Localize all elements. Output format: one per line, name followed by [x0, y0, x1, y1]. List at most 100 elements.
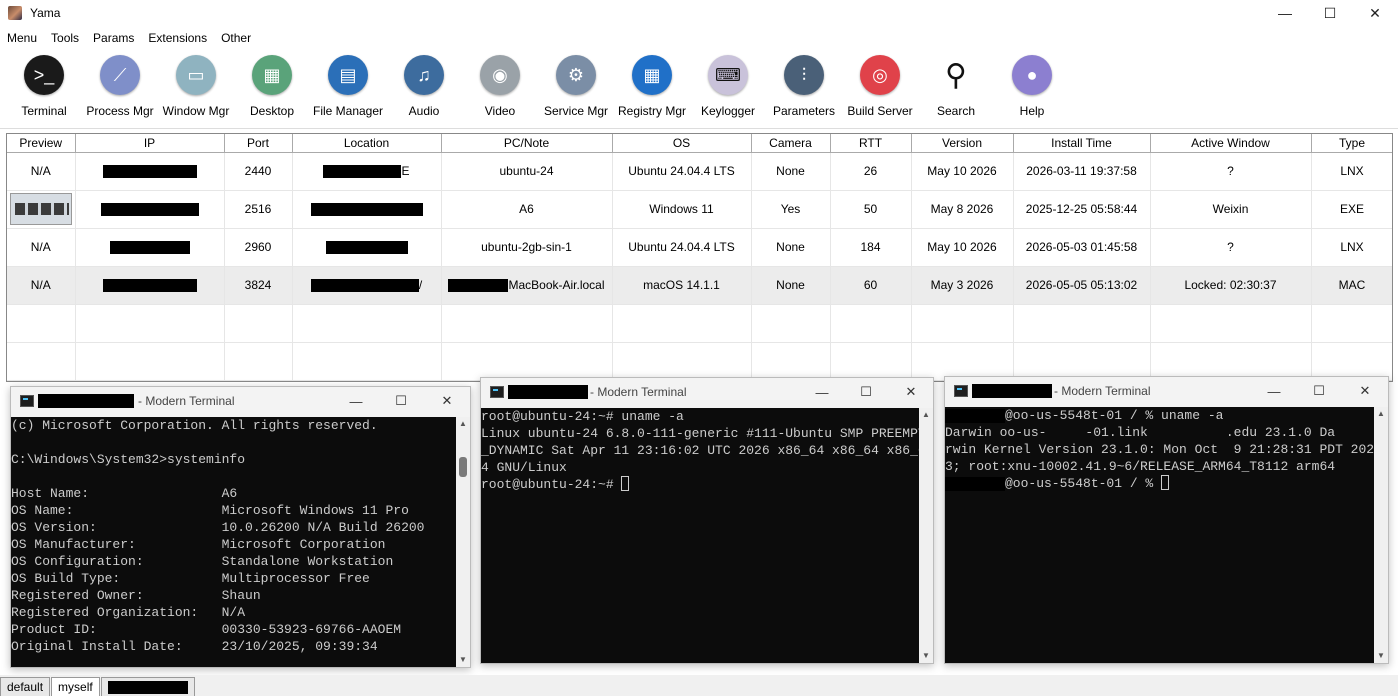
maximize-button[interactable]: ☐	[1307, 0, 1353, 26]
terminal-line: rwin Kernel Version 23.1.0: Mon Oct 9 21…	[945, 441, 1374, 458]
cell-camera: None	[751, 266, 831, 305]
terminal-minimize-button[interactable]: —	[799, 378, 845, 406]
terminal-maximize-button[interactable]: ☐	[1296, 377, 1342, 405]
toolbar-service-mgr-button[interactable]: ⚙ Service Mgr	[536, 55, 616, 118]
empty-cell	[830, 342, 912, 381]
cell-camera: Yes	[751, 190, 831, 229]
terminal-window-macos[interactable]: - Modern Terminal — ☐ ✕ @oo-us-5548t-01 …	[944, 376, 1389, 664]
terminal-window-windows[interactable]: - Modern Terminal — ☐ ✕ (c) Microsoft Co…	[10, 386, 471, 668]
toolbar-keylogger-button[interactable]: ⌨ Keylogger	[688, 55, 768, 118]
tab-redacted[interactable]	[100, 677, 195, 696]
terminal-line: C:\Windows\System32>systeminfo	[11, 451, 456, 468]
menu-params[interactable]: Params	[86, 31, 141, 45]
redacted-location	[310, 203, 423, 217]
cell-location: E	[292, 152, 442, 191]
redacted-ip	[102, 279, 197, 293]
table-row[interactable]: N/A 2960 ubuntu-2gb-sin-1 Ubuntu 24.04.4 LT…	[7, 228, 1392, 267]
tab-myself[interactable]: myself	[51, 677, 100, 696]
cell-active: ?	[1150, 152, 1312, 191]
terminal-line: Darwin oo-us- -01.link .edu 23.1.0 Da	[945, 424, 1374, 441]
scroll-up-icon[interactable]: ▲	[919, 408, 933, 422]
toolbar-audio-button[interactable]: ♫ Audio	[384, 55, 464, 118]
terminal-close-button[interactable]: ✕	[1342, 377, 1388, 405]
menu-menu[interactable]: Menu	[0, 31, 44, 45]
table-row[interactable]: N/A 3824 / MacBook-Air.local macOS 14.1.1 Non…	[7, 266, 1392, 305]
close-button[interactable]: ✕	[1352, 0, 1398, 26]
column-header-location[interactable]: Location	[292, 134, 442, 153]
column-header-active-window[interactable]: Active Window	[1150, 134, 1312, 153]
empty-cell	[830, 304, 912, 343]
terminal-title-bar[interactable]: - Modern Terminal — ☐ ✕	[945, 377, 1388, 405]
toolbar-registry-mgr-button[interactable]: ▦ Registry Mgr	[612, 55, 692, 118]
cell-type: MAC	[1311, 266, 1392, 305]
terminal-output[interactable]: @oo-us-5548t-01 / % uname -a Darwin oo-us…	[945, 407, 1374, 663]
menu-extensions[interactable]: Extensions	[141, 31, 214, 45]
cell-rtt: 26	[830, 152, 912, 191]
terminal-scrollbar[interactable]: ▲ ▼	[919, 408, 933, 663]
tab-default[interactable]: default	[0, 677, 51, 696]
toolbar-label: Help	[1019, 104, 1045, 118]
scroll-up-icon[interactable]: ▲	[1374, 407, 1388, 421]
toolbar-build-server-button[interactable]: ◎ Build Server	[840, 55, 920, 118]
toolbar-terminal-button[interactable]: >_ Terminal	[4, 55, 84, 118]
toolbar-label: Build Server	[847, 104, 913, 118]
terminal-minimize-button[interactable]: —	[333, 387, 379, 415]
redacted-host	[972, 384, 1052, 398]
toolbar-file-manager-button[interactable]: ▤ File Manager	[308, 55, 388, 118]
terminal-output[interactable]: (c) Microsoft Corporation. All rights re…	[11, 417, 456, 667]
terminal-line-text: Product ID: 00330-53923-69766-AAOEM	[11, 622, 402, 637]
toolbar-desktop-button[interactable]: ▦ Desktop	[232, 55, 312, 118]
column-header-install-time[interactable]: Install Time	[1013, 134, 1151, 153]
toolbar-process-mgr-button[interactable]: ⟋ Process Mgr	[80, 55, 160, 118]
column-header-port[interactable]: Port	[224, 134, 293, 153]
toolbar-label: Audio	[408, 104, 440, 118]
scroll-up-icon[interactable]: ▲	[456, 417, 470, 431]
toolbar-parameters-button[interactable]: ⫶ Parameters	[764, 55, 844, 118]
column-header-preview[interactable]: Preview	[7, 134, 76, 153]
empty-cell	[612, 304, 752, 343]
terminal-maximize-button[interactable]: ☐	[843, 378, 889, 406]
cell-preview	[7, 190, 76, 229]
terminal-minimize-button[interactable]: —	[1251, 377, 1297, 405]
column-header-pc-note[interactable]: PC/Note	[441, 134, 613, 153]
desktop-preview-thumbnail[interactable]	[9, 193, 72, 225]
gears-icon: ⚙	[556, 55, 596, 95]
terminal-icon	[20, 395, 34, 407]
menu-other[interactable]: Other	[214, 31, 258, 45]
toolbar-label: Video	[484, 104, 516, 118]
toolbar-video-button[interactable]: ◉ Video	[460, 55, 540, 118]
terminal-close-button[interactable]: ✕	[888, 378, 934, 406]
minimize-button[interactable]: —	[1262, 0, 1308, 26]
terminal-window-ubuntu[interactable]: - Modern Terminal — ☐ ✕ root@ubuntu-24:~…	[480, 377, 934, 664]
toolbar-search-button[interactable]: ⚲ Search	[916, 55, 996, 118]
table-row[interactable]: N/A 2440 Eubuntu-24 Ubuntu 24.04.4 LTS None 2…	[7, 152, 1392, 191]
terminal-title-bar[interactable]: - Modern Terminal — ☐ ✕	[481, 378, 933, 406]
column-header-type[interactable]: Type	[1311, 134, 1392, 153]
scroll-thumb[interactable]	[459, 457, 467, 477]
scroll-down-icon[interactable]: ▼	[919, 649, 933, 663]
menu-tools[interactable]: Tools	[44, 31, 86, 45]
terminal-title-bar[interactable]: - Modern Terminal — ☐ ✕	[11, 387, 470, 415]
terminal-scrollbar[interactable]: ▲ ▼	[456, 417, 470, 667]
redacted-location	[310, 279, 419, 293]
terminal-line-text: @oo-us-5548t-01 / %	[1005, 476, 1162, 491]
terminal-line-text: C:\Windows\System32>systeminfo	[11, 452, 246, 467]
redacted-location	[325, 241, 408, 255]
toolbar-help-button[interactable]: ● Help	[992, 55, 1072, 118]
column-header-ip[interactable]: IP	[75, 134, 225, 153]
column-header-version[interactable]: Version	[911, 134, 1014, 153]
column-header-os[interactable]: OS	[612, 134, 752, 153]
terminal-scrollbar[interactable]: ▲ ▼	[1374, 407, 1388, 663]
terminal-close-button[interactable]: ✕	[424, 387, 470, 415]
terminal-output[interactable]: root@ubuntu-24:~# uname -a Linux ubuntu-2…	[481, 408, 919, 663]
table-row[interactable]: 2516 A6 Windows 11 Yes 50 May 8 2026 2025-12-2…	[7, 190, 1392, 229]
cell-os: Ubuntu 24.04.4 LTS	[612, 152, 752, 191]
toolbar-window-mgr-button[interactable]: ▭ Window Mgr	[156, 55, 236, 118]
terminal-maximize-button[interactable]: ☐	[378, 387, 424, 415]
scroll-down-icon[interactable]: ▼	[456, 653, 470, 667]
column-header-rtt[interactable]: RTT	[830, 134, 912, 153]
terminal-line: 3; root:xnu-10002.41.9~6/RELEASE_ARM64_T…	[945, 458, 1374, 475]
scroll-down-icon[interactable]: ▼	[1374, 649, 1388, 663]
column-header-camera[interactable]: Camera	[751, 134, 831, 153]
